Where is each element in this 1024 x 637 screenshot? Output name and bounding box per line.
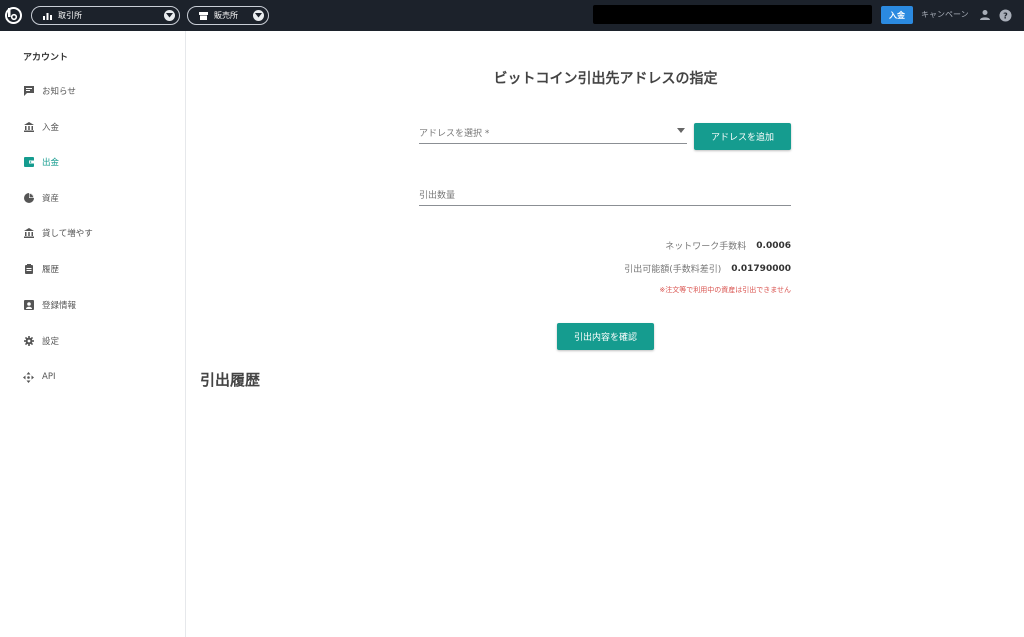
withdraw-note: ※注文等で利用中の資産は引出できません (659, 286, 791, 294)
dropdown-arrow-icon (677, 128, 685, 133)
sidebar-item-label: 資産 (42, 194, 60, 204)
pie-chart-icon (23, 193, 34, 204)
sidebar-item-profile[interactable]: 登録情報 (23, 297, 173, 313)
campaign-link[interactable]: キャンペーン (921, 9, 969, 20)
bank-icon (23, 122, 34, 133)
sidebar-item-assets[interactable]: 資産 (23, 190, 173, 206)
available-amount-value: 0.01790000 (731, 263, 791, 274)
sidebar-item-label: 入金 (42, 123, 60, 133)
deposit-button[interactable]: 入金 (881, 6, 913, 24)
exchange-label: 取引所 (58, 11, 82, 20)
sidebar-item-label: お知らせ (42, 87, 76, 97)
sidebar-item-label: 出金 (42, 158, 60, 168)
wallet-icon (23, 157, 34, 168)
message-icon (23, 86, 34, 97)
move-arrows-icon (23, 371, 34, 383)
sidebar-item-deposit[interactable]: 入金 (23, 119, 173, 135)
sidebar-item-label: API (42, 372, 56, 382)
bitbank-logo-icon[interactable] (5, 7, 22, 24)
sidebar-item-lending[interactable]: 貸して増やす (23, 225, 173, 241)
page-title: ビットコイン引出先アドレスの指定 (493, 71, 718, 87)
bank-icon (23, 228, 34, 239)
svg-text:?: ? (1003, 12, 1008, 21)
available-amount-row: 引出可能額(手数料差引) 0.01790000 (624, 262, 791, 276)
sales-dropdown[interactable]: 販売所 (187, 6, 269, 25)
gear-icon (23, 336, 34, 347)
chevron-down-icon (253, 10, 264, 21)
top-navigation-bar: 取引所 販売所 入金 キャンペーン ? (0, 0, 1024, 31)
network-fee-label: ネットワーク手数料 (665, 242, 747, 252)
sidebar-item-label: 履歴 (42, 265, 60, 275)
sales-label: 販売所 (214, 11, 238, 20)
redacted-area (593, 5, 872, 24)
sidebar-item-label: 貸して増やす (42, 229, 93, 239)
user-icon[interactable] (979, 9, 991, 21)
sidebar-item-label: 設定 (42, 337, 60, 347)
id-card-icon (23, 300, 34, 311)
store-icon (198, 11, 208, 21)
address-select[interactable]: アドレスを選択 * (419, 122, 687, 144)
sidebar-item-label: 登録情報 (42, 301, 77, 311)
clipboard-icon (23, 264, 34, 275)
sidebar-item-api[interactable]: API (23, 369, 173, 385)
confirm-withdraw-button[interactable]: 引出内容を確認 (557, 323, 654, 350)
exchange-dropdown[interactable]: 取引所 (31, 6, 180, 25)
add-address-button[interactable]: アドレスを追加 (694, 123, 791, 150)
amount-input[interactable]: 引出数量 (419, 184, 791, 206)
sidebar-item-settings[interactable]: 設定 (23, 333, 173, 349)
withdraw-history-title: 引出履歴 (200, 371, 261, 389)
chevron-down-icon (164, 10, 175, 21)
sidebar-item-withdraw[interactable]: 出金 (23, 154, 173, 170)
network-fee-row: ネットワーク手数料 0.0006 (665, 239, 791, 253)
help-icon[interactable]: ? (999, 9, 1012, 22)
sidebar-heading: アカウント (23, 53, 69, 63)
address-select-placeholder: アドレスを選択 * (419, 129, 490, 139)
amount-placeholder: 引出数量 (419, 191, 456, 201)
sidebar-item-history[interactable]: 履歴 (23, 261, 173, 277)
available-amount-label: 引出可能額(手数料差引) (624, 265, 722, 275)
sidebar: アカウント お知らせ 入金 出金 資産 貸して増やす 履歴 登録情報 設定 AP… (0, 31, 186, 637)
bar-chart-icon (42, 11, 52, 21)
network-fee-value: 0.0006 (756, 240, 791, 251)
sidebar-item-notices[interactable]: お知らせ (23, 83, 173, 99)
